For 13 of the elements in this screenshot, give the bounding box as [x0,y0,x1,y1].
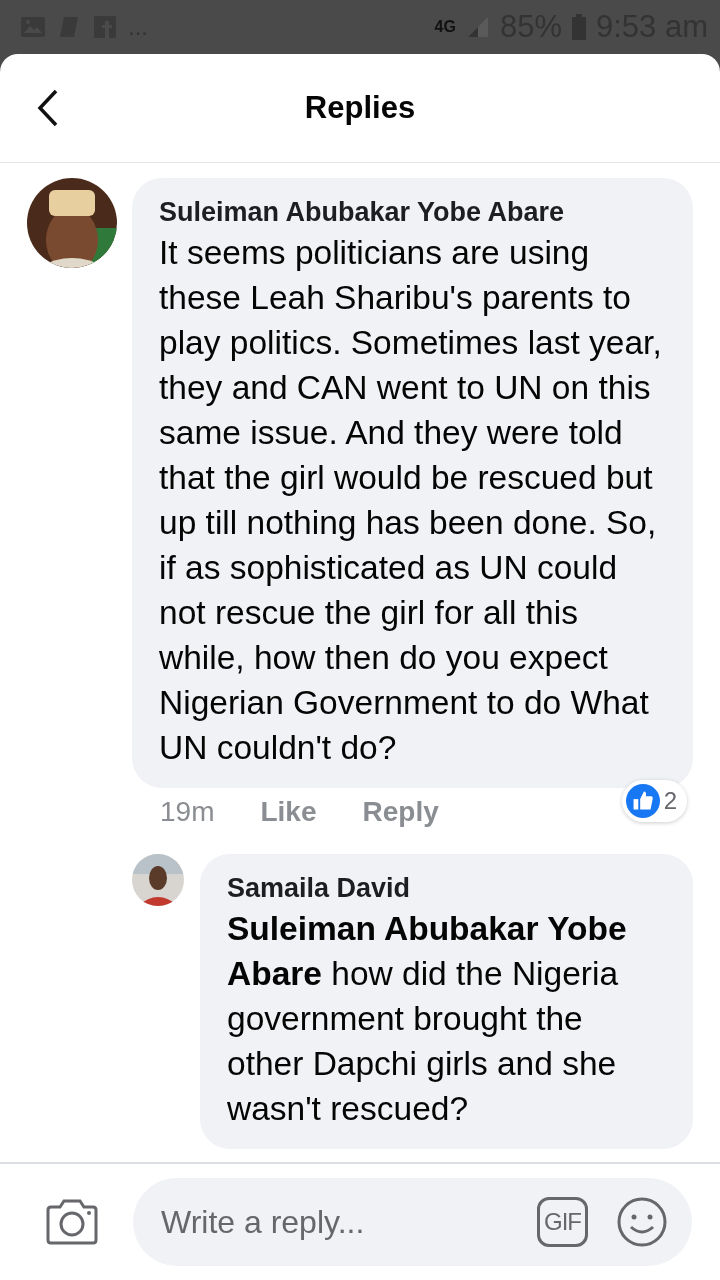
more-notifications: ... [128,13,148,41]
reply-input[interactable]: Write a reply... GIF [133,1178,692,1266]
comment-text: It seems politicians are using these Leah Sharibu's parents to play politics. Sometimes last year, they and CAN went to UN on this same issue. And they were told that the girl would be rescued but up till nothing has been done. So, if as sophisticated as UN could not rescue the girl for all this while, how then do you expect Nigerian Government to do What UN couldn't do? [159,233,663,768]
gif-button[interactable]: GIF [537,1197,588,1247]
comment-action-link[interactable]: Like [260,796,317,828]
page-title: Replies [304,90,416,126]
comment-action-link[interactable]: Reply [362,796,439,828]
comment-time: 19m [160,796,215,828]
comment-author[interactable]: Suleiman Abubakar Yobe Abare [159,194,667,230]
reply-text: Suleiman Abubakar Yobe Abare how did the Nigeria government brought the other Dapchi girls and she wasn't rescued? [227,909,628,1129]
reaction-count[interactable]: 2 [621,780,687,822]
reply-author[interactable]: Samaila David [227,870,667,906]
network-type: 4G [434,18,456,36]
